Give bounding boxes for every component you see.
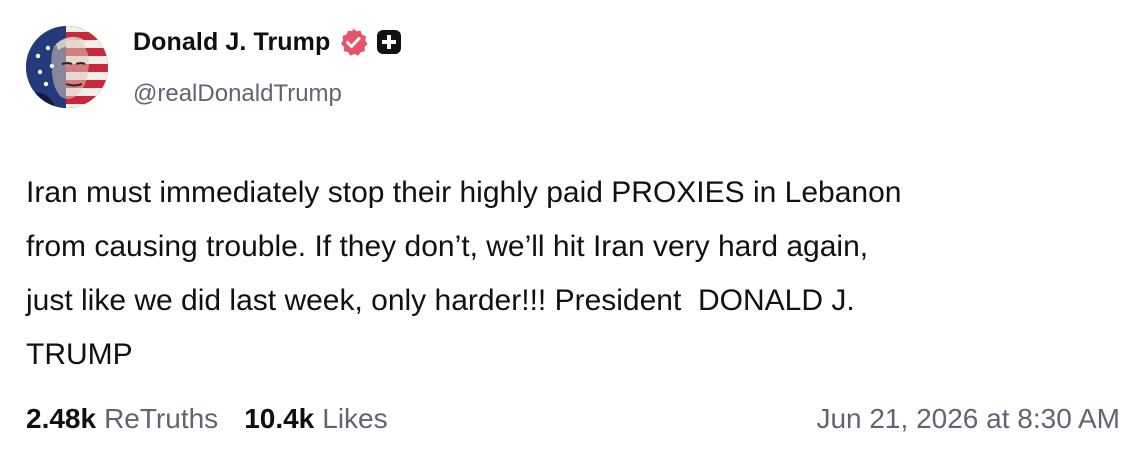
author-handle[interactable]: @realDonaldTrump — [133, 80, 342, 108]
author-display-name[interactable]: Donald J. Trump — [133, 28, 330, 57]
likes-count[interactable]: 10.4k — [244, 403, 314, 435]
avatar-image — [26, 26, 108, 108]
author-name-row: Donald J. Trump — [133, 26, 402, 58]
avatar[interactable] — [26, 26, 108, 108]
post-text: Iran must immediately stop their highly … — [26, 176, 902, 371]
post-card: Donald J. Trump @realDonaldTrump Iran mu… — [0, 0, 1140, 459]
plus-square-icon — [376, 29, 402, 55]
likes-label[interactable]: Likes — [322, 403, 387, 435]
post-stats: 2.48k ReTruths 10.4k Likes — [26, 403, 388, 435]
retruths-label[interactable]: ReTruths — [104, 403, 218, 435]
verified-badge-icon — [338, 27, 368, 57]
retruths-count[interactable]: 2.48k — [26, 403, 96, 435]
post-timestamp[interactable]: Jun 21, 2026 at 8:30 AM — [816, 403, 1120, 435]
